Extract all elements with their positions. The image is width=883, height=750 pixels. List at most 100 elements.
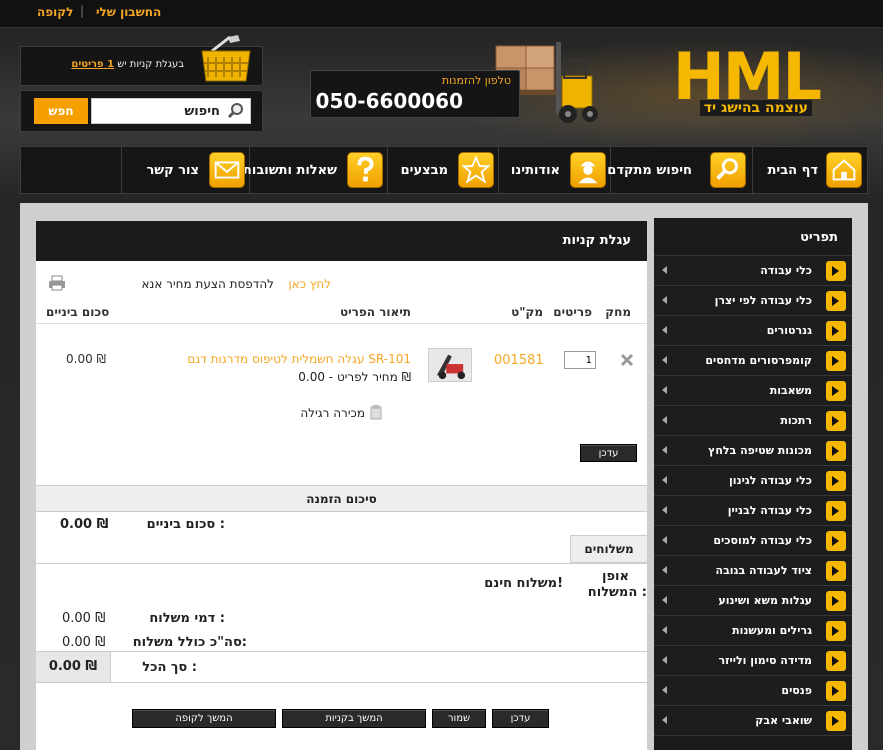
sidebar-item[interactable]: גנרטורים: [654, 316, 852, 346]
arrow-icon: [826, 441, 846, 461]
sidebar-item-label: גנרטורים: [766, 324, 812, 337]
delete-x-icon[interactable]: [620, 353, 634, 367]
submenu-arrow-icon: [662, 446, 667, 454]
nav-item-contact[interactable]: צור קשר: [121, 147, 249, 193]
my-account-link[interactable]: החשבון שלי: [96, 5, 161, 19]
sidebar-item-label: מדידה סימון ולייזר: [718, 654, 812, 667]
sidebar-list: כלי עבודה כלי עבודה לפי יצרן גנרטורים קומפר…: [654, 256, 852, 736]
cart-title: עגלת קניות: [36, 221, 647, 261]
sidebar-item[interactable]: כלי עבודה לפי יצרן: [654, 286, 852, 316]
page: לקופה | החשבון שלי HML עוצמה בהישג יד טל…: [0, 0, 883, 750]
question-icon: [347, 152, 383, 188]
sidebar-item[interactable]: כלי עבודה לגינון: [654, 466, 852, 496]
shipping-divider: [36, 563, 647, 564]
sidebar-item[interactable]: גרילים ומעשנות: [654, 616, 852, 646]
arrow-icon: [826, 591, 846, 611]
arrow-icon: [826, 411, 846, 431]
sidebar-item[interactable]: ציוד לעבודה בגובה: [654, 556, 852, 586]
arrow-icon: [826, 321, 846, 341]
item-sku[interactable]: 001581: [494, 353, 544, 368]
submenu-arrow-icon: [662, 386, 667, 394]
sidebar-item-label: כלי עבודה לפי יצרן: [714, 294, 812, 307]
nav-label-home: דף הבית: [767, 163, 818, 178]
arrow-icon: [826, 501, 846, 521]
cart-panel: עגלת קניות להדפסת הצעת מחיר אנא לחץ כאן …: [36, 221, 647, 750]
phone-number: 050-6600060: [315, 89, 463, 113]
site-logo[interactable]: HML עוצמה בהישג יד: [640, 40, 822, 123]
sidebar-item[interactable]: כלי עבודה למוסכים: [654, 526, 852, 556]
sidebar-item[interactable]: מדידה סימון ולייזר: [654, 646, 852, 676]
basket-icon[interactable]: [198, 33, 254, 85]
main-nav: דף הבית חיפוש מתקדם אודותינו מבצעים שאלו…: [20, 146, 868, 194]
shipping-fee-value: 0.00 ₪: [62, 611, 106, 626]
shipping-method-label-2: המשלוח :: [587, 585, 647, 600]
sidebar-item[interactable]: משאבות: [654, 376, 852, 406]
total-incl-shipping-value: 0.00 ₪: [62, 635, 106, 650]
shipping-fee-label: דמי משלוח :: [149, 611, 225, 626]
sidebar-item[interactable]: פנסים: [654, 676, 852, 706]
submenu-arrow-icon: [662, 506, 667, 514]
summary-subtotal-value: 0.00 ₪: [60, 517, 109, 532]
sidebar-item[interactable]: עגלות משא ושינוע: [654, 586, 852, 616]
header-divider: [36, 323, 647, 324]
sidebar-item[interactable]: מכונות שטיפה בלחץ: [654, 436, 852, 466]
quantity-input[interactable]: [564, 351, 596, 369]
checkout-button[interactable]: המשך לקופה: [132, 709, 276, 728]
print-quote-row: להדפסת הצעת מחיר אנא לחץ כאן: [36, 273, 647, 295]
arrow-icon: [826, 561, 846, 581]
mini-cart: בעגלת קניות יש 1 פריטים: [20, 35, 263, 86]
mini-cart-count: 1: [107, 59, 115, 70]
home-icon: [826, 152, 862, 188]
total-incl-shipping-label: סה"כ כולל משלוח:: [132, 635, 247, 650]
printer-icon[interactable]: [48, 275, 66, 291]
submenu-arrow-icon: [662, 476, 667, 484]
nav-item-advanced-search[interactable]: חיפוש מתקדם: [607, 147, 752, 193]
mini-cart-prefix: בעגלת קניות יש: [117, 59, 184, 70]
row-subtotal: 0.00 ₪: [66, 352, 106, 366]
top-bar: לקופה | החשבון שלי: [0, 0, 883, 28]
sidebar-menu: תפריט כלי עבודה כלי עבודה לפי יצרן גנרטורי…: [654, 218, 852, 750]
product-thumbnail[interactable]: [428, 348, 472, 382]
col-items: פריטים: [553, 305, 592, 319]
submenu-arrow-icon: [662, 356, 667, 364]
print-quote-link[interactable]: לחץ כאן: [288, 277, 331, 291]
search-button[interactable]: חפש: [34, 98, 88, 124]
sidebar-item-label: ציוד לעבודה בגובה: [715, 564, 812, 577]
content-area: תפריט כלי עבודה כלי עבודה לפי יצרן גנרטורי…: [20, 203, 868, 750]
product-name-link[interactable]: עגלה חשמלית לטיפוס מדרגות דגם SR-101: [187, 352, 411, 366]
sidebar-item[interactable]: כלי עבודה לבניין: [654, 496, 852, 526]
sidebar-item[interactable]: קומפרסורים מדחסים: [654, 346, 852, 376]
nav-item-about[interactable]: אודותינו: [498, 147, 610, 193]
sidebar-item[interactable]: שואבי אבק: [654, 706, 852, 736]
update-button[interactable]: עדכן: [492, 709, 549, 728]
nav-item-sales[interactable]: מבצעים: [387, 147, 498, 193]
arrow-icon: [826, 381, 846, 401]
sidebar-item[interactable]: רתכות: [654, 406, 852, 436]
continue-shopping-button[interactable]: המשך בקניות: [282, 709, 426, 728]
submenu-arrow-icon: [662, 296, 667, 304]
submenu-arrow-icon: [662, 626, 667, 634]
col-subtotal: סכום ביניים: [46, 305, 110, 319]
nav-item-home[interactable]: דף הבית: [752, 147, 868, 193]
sidebar-item-label: כלי עבודה לבניין: [727, 504, 812, 517]
arrow-icon: [826, 681, 846, 701]
submenu-arrow-icon: [662, 266, 667, 274]
submenu-arrow-icon: [662, 566, 667, 574]
save-button[interactable]: שמור: [432, 709, 486, 728]
envelope-icon: [209, 152, 245, 188]
nav-item-faq[interactable]: שאלות ותשובות: [243, 147, 387, 193]
row-update-button[interactable]: עדכן: [580, 444, 637, 462]
col-delete: מחק: [605, 305, 631, 319]
phone-box: טלפון להזמנות 050-6600060: [310, 70, 520, 118]
shipping-tab[interactable]: משלוחים: [570, 535, 647, 563]
arrow-icon: [826, 351, 846, 371]
sidebar-item-label: גרילים ומעשנות: [732, 624, 812, 637]
sidebar-item-label: רתכות: [780, 414, 812, 427]
sidebar-item[interactable]: כלי עבודה: [654, 256, 852, 286]
sidebar-item-label: כלי עבודה לגינון: [729, 474, 812, 487]
submenu-arrow-icon: [662, 416, 667, 424]
phone-label: טלפון להזמנות: [441, 74, 511, 87]
checkout-link[interactable]: לקופה: [37, 5, 73, 19]
mini-cart-count-link[interactable]: 1 פריטים: [71, 59, 114, 70]
shipping-method-value: משלוח חינם!: [484, 576, 563, 591]
